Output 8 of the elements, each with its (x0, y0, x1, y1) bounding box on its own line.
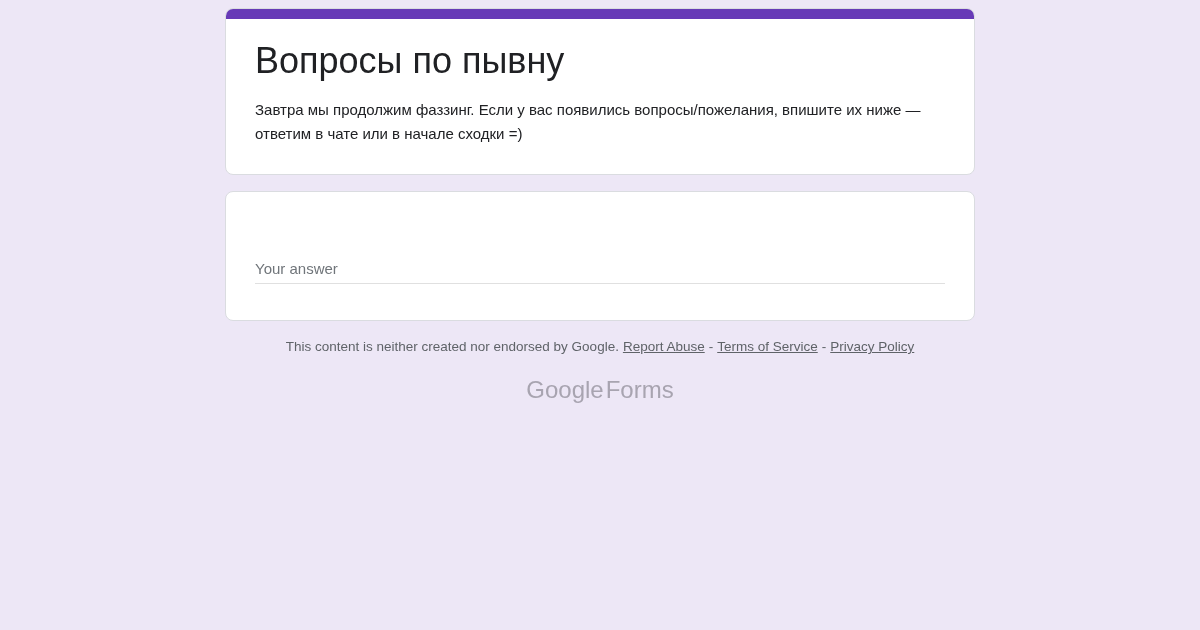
footer-link[interactable]: Terms of Service (717, 339, 818, 355)
form-description: Завтра мы продолжим фаззинг. Если у вас появились вопросы/пожелания, впишите их ниже — ответим в чате или в начале сходки =) (255, 100, 922, 145)
footer-text: This content is neither created nor endorsed by Google. (285, 339, 619, 355)
footer-link[interactable]: Report Abuse (622, 339, 705, 355)
form-title: Вопросы по пывну (255, 39, 566, 83)
footer-link[interactable]: Privacy Policy (830, 339, 915, 355)
footer-text: - (821, 339, 827, 355)
footer-text: - (708, 339, 714, 355)
